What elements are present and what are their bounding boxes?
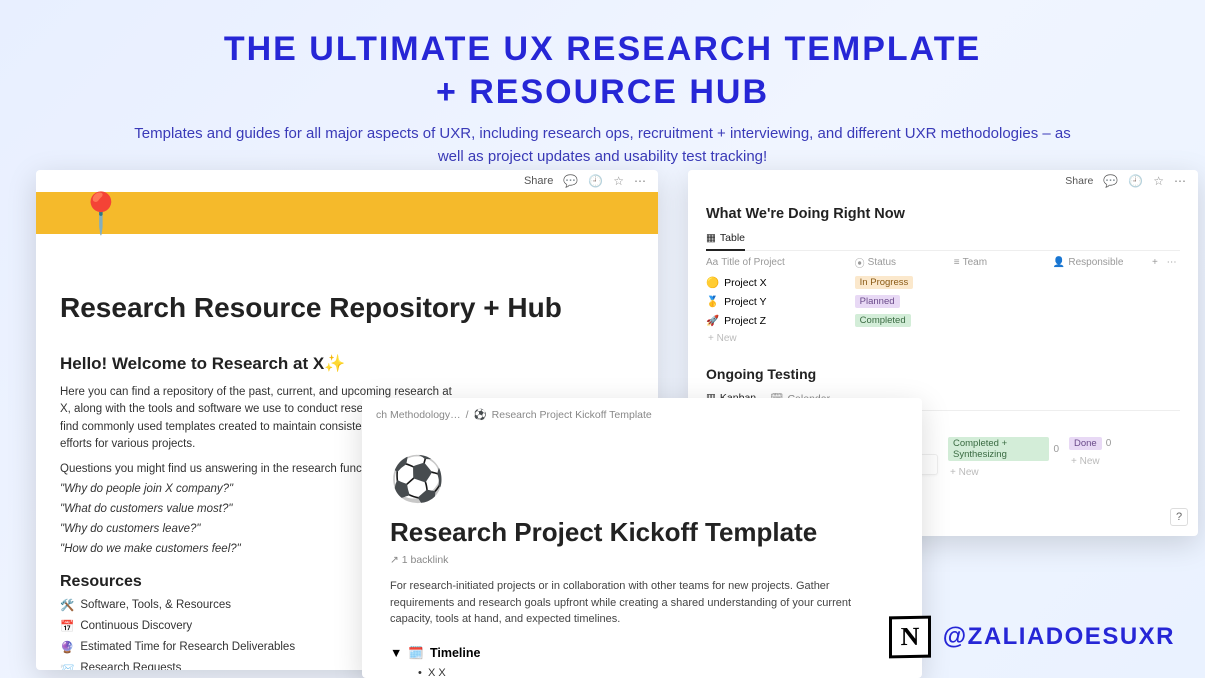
- row-emoji-icon: 🥇: [706, 295, 719, 308]
- arrow-icon: ↗: [390, 554, 399, 566]
- row-emoji-icon: 🚀: [706, 314, 719, 327]
- comments-icon[interactable]: 💬: [563, 174, 578, 188]
- more-icon[interactable]: ⋯: [1174, 174, 1186, 188]
- status-badge: Completed: [855, 314, 911, 327]
- brand-signature: N @ZALIADOESUXR: [889, 616, 1175, 658]
- section-heading-now: What We're Doing Right Now: [706, 206, 1180, 222]
- share-button[interactable]: Share: [1065, 175, 1093, 187]
- calendar-icon: 📅: [60, 619, 74, 633]
- section-heading-ongoing: Ongoing Testing: [706, 366, 1180, 382]
- comments-icon[interactable]: 💬: [1103, 174, 1118, 188]
- chevron-down-icon: ▼: [390, 646, 402, 660]
- kanban-col-done[interactable]: Done0: [1069, 437, 1180, 450]
- pushpin-icon: 📍: [76, 190, 126, 237]
- calendar-icon: 🗓️: [408, 646, 424, 661]
- table-row[interactable]: 🟡Project X In Progress: [706, 276, 1180, 289]
- table-tab[interactable]: ▦Table: [706, 228, 745, 251]
- add-column-button[interactable]: + ⋯: [1152, 255, 1180, 270]
- col-responsible[interactable]: 👤Responsible: [1053, 255, 1152, 270]
- new-card-button[interactable]: + New: [1071, 456, 1180, 467]
- favorite-icon[interactable]: ☆: [1153, 174, 1164, 188]
- intro-text: For research-initiated projects or in co…: [390, 578, 880, 628]
- author-handle: @ZALIADOESUXR: [943, 623, 1175, 651]
- backlink-link[interactable]: ↗ 1 backlink: [390, 554, 894, 566]
- updates-icon[interactable]: 🕘: [588, 174, 603, 188]
- kickoff-card: ch Methodology… / ⚽ Research Project Kic…: [362, 398, 922, 678]
- page-cover: 📍: [36, 192, 658, 234]
- multiselect-icon: ≡: [954, 257, 960, 268]
- notion-logo-icon: N: [889, 616, 931, 659]
- favorite-icon[interactable]: ☆: [613, 174, 624, 188]
- status-col-icon: ⦿: [855, 255, 865, 270]
- table-icon: ▦: [706, 232, 716, 244]
- hero-title: THE ULTIMATE UX RESEARCH TEMPLATE + RESO…: [0, 0, 1205, 113]
- timeline-item: • X X: [418, 667, 894, 678]
- help-button[interactable]: ?: [1170, 508, 1188, 526]
- status-badge: In Progress: [855, 276, 914, 289]
- page-emoji-icon[interactable]: ⚽: [390, 453, 894, 505]
- timeline-toggle[interactable]: ▼ 🗓️ Timeline: [390, 646, 894, 661]
- new-card-button[interactable]: + New: [950, 467, 1059, 478]
- new-row-button[interactable]: + New: [708, 333, 1180, 344]
- crystal-ball-icon: 🔮: [60, 640, 74, 654]
- share-button[interactable]: Share: [524, 175, 553, 187]
- hero-subtitle: Templates and guides for all major aspec…: [0, 113, 1205, 168]
- soccer-icon: ⚽: [474, 408, 487, 421]
- more-icon[interactable]: ⋯: [634, 174, 646, 188]
- row-emoji-icon: 🟡: [706, 276, 719, 289]
- col-team[interactable]: ≡Team: [954, 255, 1053, 270]
- table-row[interactable]: 🚀Project Z Completed: [706, 314, 1180, 327]
- kanban-col-completed[interactable]: Completed + Synthesizing0: [948, 437, 1059, 461]
- text-icon: Aa: [706, 257, 718, 268]
- page-title: Research Resource Repository + Hub: [60, 292, 634, 324]
- status-badge: Planned: [855, 295, 900, 308]
- updates-icon[interactable]: 🕘: [1128, 174, 1143, 188]
- col-title[interactable]: AaTitle of Project: [706, 255, 855, 270]
- sparkle-icon: ✨: [324, 354, 345, 373]
- welcome-heading: Hello! Welcome to Research at X✨: [60, 354, 634, 374]
- person-icon: 👤: [1053, 257, 1065, 268]
- table-row[interactable]: 🥇Project Y Planned: [706, 295, 1180, 308]
- tools-icon: 🛠️: [60, 598, 74, 612]
- breadcrumb[interactable]: ch Methodology… / ⚽ Research Project Kic…: [362, 398, 922, 421]
- view-tabs: ▦Table: [706, 228, 1180, 251]
- inbox-icon: 📨: [60, 661, 74, 670]
- col-status[interactable]: ⦿Status: [855, 255, 954, 270]
- page-title: Research Project Kickoff Template: [390, 517, 894, 548]
